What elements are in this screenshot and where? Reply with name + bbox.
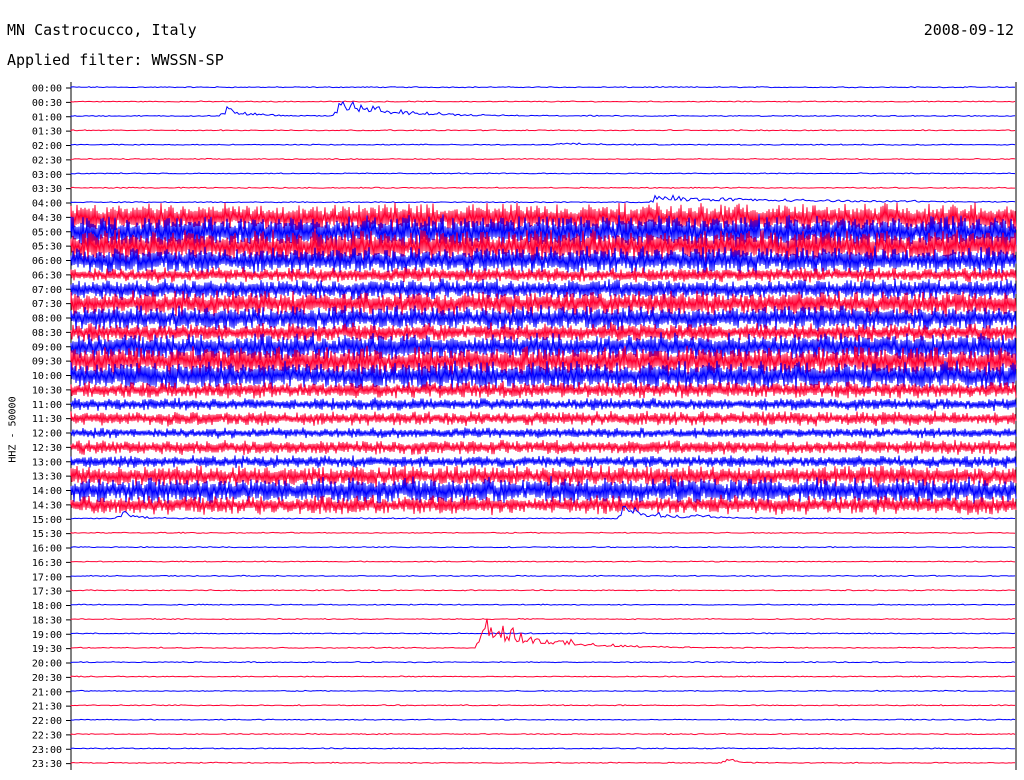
time-tick-label: 07:30 (32, 299, 62, 310)
time-tick-label: 21:00 (32, 687, 62, 698)
trace-line-1330 (70, 465, 1017, 488)
trace-line-1830 (70, 617, 1016, 621)
time-tick-label: 02:00 (32, 141, 62, 152)
trace-line-1300 (70, 455, 1017, 469)
time-tick-label: 04:00 (32, 199, 62, 210)
time-tick-label: 09:00 (32, 342, 62, 353)
time-tick-label: 01:30 (32, 127, 62, 138)
time-tick-label: 16:30 (32, 558, 62, 569)
trace-line-0400 (70, 194, 1016, 204)
trace-line-1530 (70, 531, 1016, 534)
trace-line-2100 (70, 689, 1016, 692)
time-tick-label: 00:00 (32, 84, 62, 95)
time-tick-label: 14:00 (32, 486, 62, 497)
time-tick-label: 15:30 (32, 529, 62, 540)
time-tick-label: 12:30 (32, 443, 62, 454)
seismogram-plot: 00:00 00:30 01:00 01:30 02:00 02:30 03:00 03:30… (32, 82, 1017, 770)
trace-line-1700 (70, 574, 1016, 577)
trace-line-1800 (70, 603, 1016, 606)
time-tick-label: 17:00 (32, 572, 62, 583)
time-tick-label: 19:30 (32, 644, 62, 655)
trace-line-1730 (70, 589, 1016, 592)
time-tick-label: 06:00 (32, 256, 62, 267)
trace-line-0030 (70, 100, 1016, 103)
time-tick-label: 22:30 (32, 730, 62, 741)
time-tick-label: 03:30 (32, 184, 62, 195)
time-tick-label: 20:30 (32, 673, 62, 684)
time-tick-label: 10:30 (32, 385, 62, 396)
time-tick-label: 08:30 (32, 328, 62, 339)
trace-line-2200 (70, 718, 1016, 721)
time-tick-label: 07:00 (32, 285, 62, 296)
time-tick-label: 14:30 (32, 500, 62, 511)
trace-line-2000 (70, 661, 1016, 664)
trace-line-0630 (70, 267, 1017, 283)
trace-line-1230 (70, 439, 1017, 456)
trace-line-0100 (70, 100, 1016, 117)
trace-line-0200 (70, 142, 1016, 146)
time-tick-label: 09:30 (32, 357, 62, 368)
time-tick-label: 04:30 (32, 213, 62, 224)
time-tick-label: 13:00 (32, 457, 62, 468)
time-tick-label: 03:00 (32, 170, 62, 181)
time-tick-label: 05:00 (32, 227, 62, 238)
trace-line-0300 (70, 172, 1016, 175)
trace-line-1030 (70, 380, 1017, 399)
trace-line-2330 (70, 758, 1016, 764)
time-tick-label: 02:30 (32, 155, 62, 166)
trace-line-0330 (70, 186, 1015, 189)
trace-line-1100 (70, 397, 1017, 411)
trace-line-1130 (70, 410, 1017, 427)
time-tick-label: 20:00 (32, 659, 62, 670)
time-tick-label: 18:00 (32, 601, 62, 612)
time-tick-label: 06:30 (32, 270, 62, 281)
time-tick-label: 19:00 (32, 630, 62, 641)
time-tick-label: 13:30 (32, 472, 62, 483)
time-tick-label: 12:00 (32, 429, 62, 440)
trace-line-0230 (70, 157, 1016, 161)
time-tick-label: 15:00 (32, 515, 62, 526)
trace-line-2300 (70, 747, 1016, 750)
time-tick-label: 23:30 (32, 759, 62, 770)
time-tick-label: 10:00 (32, 371, 62, 382)
time-tick-label: 23:00 (32, 745, 62, 756)
time-tick-label: 21:30 (32, 702, 62, 713)
trace-line-1600 (70, 546, 1016, 549)
trace-line-2030 (70, 675, 1016, 678)
time-tick-label: 11:30 (32, 414, 62, 425)
time-tick-label: 00:30 (32, 98, 62, 109)
time-tick-label: 01:00 (32, 112, 62, 123)
trace-line-2130 (70, 704, 1015, 707)
trace-line-1200 (70, 427, 1017, 439)
trace-line-1630 (70, 560, 1016, 563)
trace-line-0130 (70, 129, 1016, 132)
time-tick-label: 22:00 (32, 716, 62, 727)
time-tick-label: 18:30 (32, 615, 62, 626)
time-tick-label: 17:30 (32, 587, 62, 598)
trace-line-0000 (70, 85, 1016, 89)
trace-line-2230 (70, 732, 1016, 736)
trace-line-1900 (70, 632, 1016, 635)
time-tick-label: 05:30 (32, 242, 62, 253)
time-tick-label: 16:00 (32, 544, 62, 555)
time-tick-label: 11:00 (32, 400, 62, 411)
time-tick-label: 08:00 (32, 314, 62, 325)
